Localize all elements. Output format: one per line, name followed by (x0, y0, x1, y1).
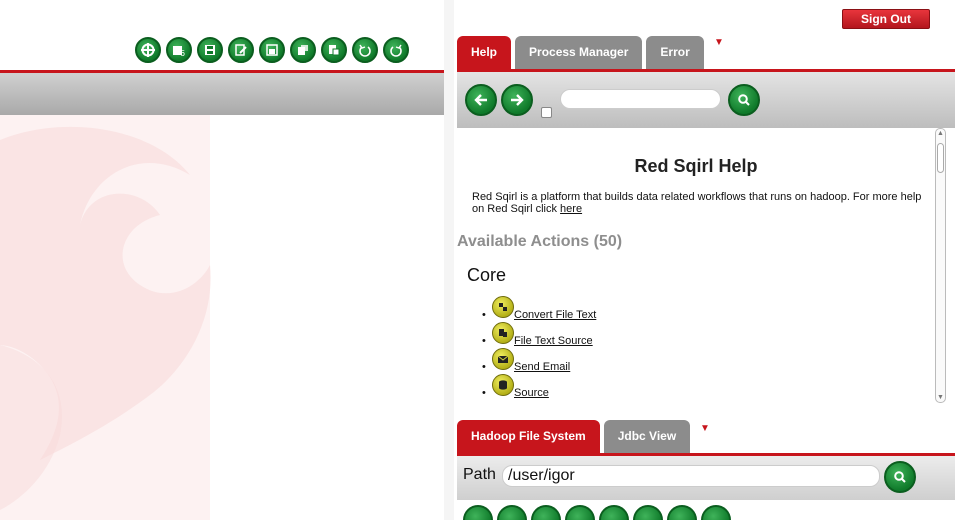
panel-divider[interactable] (444, 0, 454, 520)
fs-delete-button[interactable] (497, 505, 527, 520)
list-item: • File Text Source (482, 322, 596, 348)
edit-button[interactable] (228, 37, 254, 63)
arrow-right-icon (511, 94, 524, 106)
squirrel-watermark-icon (0, 126, 211, 510)
fs-rename-button[interactable] (565, 505, 595, 520)
fs-up-button[interactable] (667, 505, 697, 520)
app-root: Sign Out 6 Help Process Manager Error ▼ … (0, 0, 955, 520)
back-button[interactable] (465, 84, 497, 116)
help-description-text: Red Sqirl is a platform that builds data… (472, 191, 922, 215)
crosshair-button[interactable] (135, 37, 161, 63)
fs-toolbar (463, 505, 731, 520)
save-as-icon (266, 44, 278, 56)
crosshair-icon (141, 43, 155, 57)
help-description: Red Sqirl is a platform that builds data… (472, 191, 927, 215)
database-icon (492, 374, 514, 396)
help-search-button[interactable] (728, 84, 760, 116)
bullet: • (482, 361, 486, 373)
action-link-file-text-source[interactable]: File Text Source (514, 334, 593, 348)
forward-button[interactable] (501, 84, 533, 116)
category-heading: Core (467, 265, 507, 285)
sign-out-button[interactable]: Sign Out (842, 9, 930, 29)
paste-button[interactable] (321, 37, 347, 63)
list-item: • Send Email (482, 348, 596, 374)
bullet: • (482, 309, 486, 321)
scroll-thumb[interactable] (937, 143, 944, 173)
canvas-header (0, 73, 444, 115)
copy-icon (298, 45, 308, 55)
available-actions-heading: Available Actions (50) (457, 233, 623, 250)
open-button[interactable]: 6 (166, 37, 192, 63)
workflow-canvas[interactable] (0, 115, 444, 520)
open-file-icon: 6 (173, 46, 185, 57)
file-source-icon (492, 322, 514, 344)
save-as-button[interactable] (259, 37, 285, 63)
tab-error[interactable]: Error (646, 36, 704, 69)
canvas-toolbar: 6 (135, 37, 409, 65)
save-icon (205, 45, 215, 55)
arrow-left-icon (474, 94, 487, 106)
fs-copy-button[interactable] (531, 505, 561, 520)
fs-add-button[interactable] (463, 505, 493, 520)
list-item: • Convert File Text (482, 296, 596, 322)
help-tabs-dropdown-icon[interactable]: ▼ (714, 37, 724, 48)
search-icon (738, 94, 750, 106)
fs-tabs-dropdown-icon[interactable]: ▼ (700, 423, 710, 434)
tab-jdbc-view[interactable]: Jdbc View (603, 420, 691, 453)
fs-tabs: Hadoop File System Jdbc View (457, 420, 691, 453)
scroll-down-icon[interactable]: ▼ (936, 394, 945, 401)
path-input[interactable]: /user/igor (502, 465, 880, 487)
tab-hadoop-file-system[interactable]: Hadoop File System (457, 420, 600, 453)
help-checkbox[interactable] (541, 107, 552, 118)
edit-icon (235, 44, 247, 56)
fs-forward-button[interactable] (633, 505, 663, 520)
redo-button[interactable] (383, 37, 409, 63)
help-search-input[interactable] (560, 89, 721, 109)
list-item: • Source (482, 374, 596, 400)
action-link-send-email[interactable]: Send Email (514, 360, 570, 374)
help-tabs: Help Process Manager Error (457, 36, 704, 69)
tab-process-manager[interactable]: Process Manager (515, 36, 643, 69)
paste-icon (329, 45, 340, 56)
help-title: Red Sqirl Help (634, 156, 758, 176)
help-content: Red Sqirl Help Red Sqirl is a platform t… (457, 128, 935, 403)
action-link-source[interactable]: Source (514, 386, 549, 400)
scroll-up-icon[interactable]: ▲ (936, 130, 945, 137)
svg-text:6: 6 (180, 49, 185, 57)
search-icon (894, 471, 906, 483)
email-icon (492, 348, 514, 370)
save-button[interactable] (197, 37, 223, 63)
fs-refresh-button[interactable] (701, 505, 731, 520)
redo-icon (390, 44, 402, 57)
help-link[interactable]: here (560, 203, 582, 215)
bullet: • (482, 387, 486, 399)
convert-file-icon (492, 296, 514, 318)
path-label: Path (463, 466, 496, 483)
fs-back-button[interactable] (599, 505, 629, 520)
path-search-button[interactable] (884, 461, 916, 493)
action-link-convert-file-text[interactable]: Convert File Text (514, 308, 596, 322)
help-scrollbar[interactable]: ▲ ▼ (935, 128, 946, 403)
undo-button[interactable] (352, 37, 378, 63)
actions-list: • Convert File Text • File Text Source •… (482, 296, 596, 400)
tab-help[interactable]: Help (457, 36, 512, 69)
copy-button[interactable] (290, 37, 316, 63)
bullet: • (482, 335, 486, 347)
undo-icon (359, 44, 371, 57)
